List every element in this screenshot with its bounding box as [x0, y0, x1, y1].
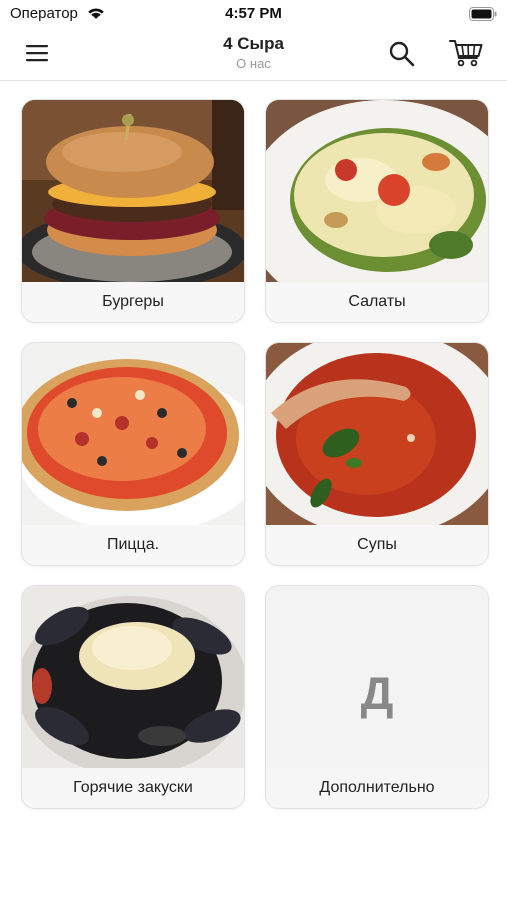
about-link[interactable]: О нас — [236, 56, 271, 71]
category-label: Салаты — [266, 282, 488, 322]
category-card-soups[interactable]: Супы — [265, 342, 489, 566]
search-button[interactable] — [386, 38, 418, 70]
title-block: 4 Сыра О нас — [0, 34, 507, 73]
placeholder-letter: Д — [360, 667, 394, 719]
status-bar: Оператор 4:57 PM — [0, 0, 507, 28]
soup-image — [266, 343, 488, 525]
category-label: Горячие закуски — [22, 768, 244, 808]
salad-image — [266, 100, 488, 282]
clock: 4:57 PM — [225, 5, 282, 22]
cart-button[interactable] — [447, 36, 487, 70]
page-title: 4 Сыра — [223, 34, 284, 53]
category-card-pizza[interactable]: Пицца. — [21, 342, 245, 566]
category-label: Дополнительно — [266, 768, 488, 808]
category-label: Супы — [266, 525, 488, 565]
menu-button[interactable] — [20, 39, 56, 67]
category-card-extra[interactable]: Д Дополнительно — [265, 585, 489, 809]
category-card-hot-appetizers[interactable]: Горячие закуски — [21, 585, 245, 809]
category-label: Бургеры — [22, 282, 244, 322]
appetizer-image — [22, 586, 244, 768]
menu-icon — [26, 45, 48, 62]
nav-bar: 4 Сыра О нас — [0, 28, 507, 81]
burger-image — [22, 100, 244, 282]
search-icon — [389, 41, 415, 67]
pizza-image — [22, 343, 244, 525]
battery-icon — [469, 7, 497, 26]
cart-icon — [449, 40, 483, 67]
category-card-salads[interactable]: Салаты — [265, 99, 489, 323]
category-card-burgers[interactable]: Бургеры — [21, 99, 245, 323]
category-label: Пицца. — [22, 525, 244, 565]
